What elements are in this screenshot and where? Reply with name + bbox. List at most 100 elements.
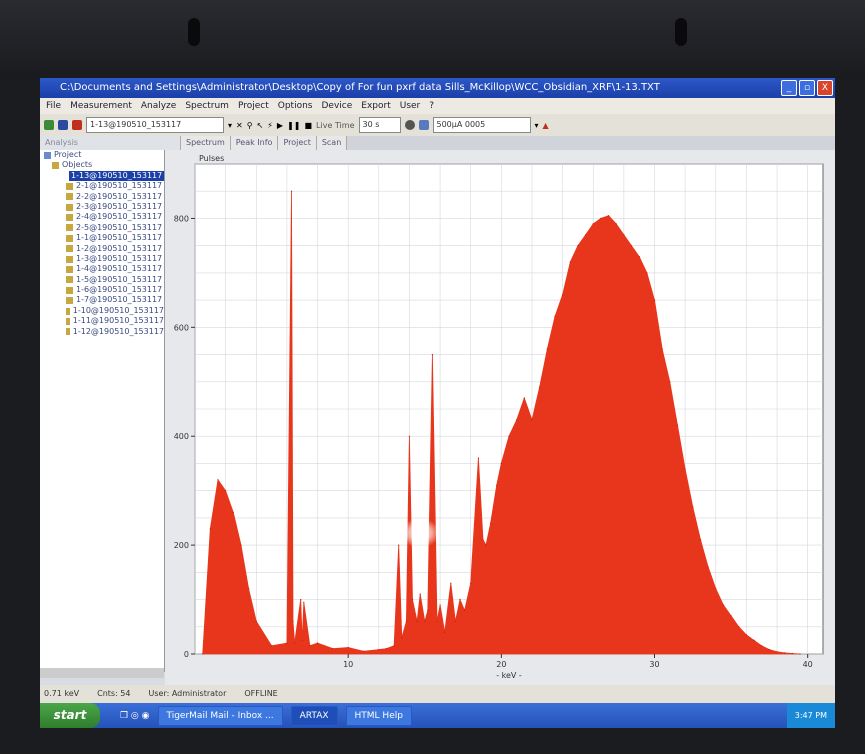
spectrum-point [554,315,556,317]
menu-file[interactable]: File [46,98,61,114]
spectrum-point [715,588,717,590]
spectrum-point [405,620,407,622]
tree-item-label: 2-4@190510_153117 [76,212,163,222]
tree-item[interactable]: 1-2@190510_153117 [40,244,164,254]
tree-item-label: 1-6@190510_153117 [76,285,163,295]
tab-scan[interactable]: Scan [316,136,348,150]
spectrum-file-icon [66,286,73,294]
spectrum-file-icon [66,265,73,273]
tree-item[interactable]: 2-5@190510_153117 [40,223,164,233]
menu-analyze[interactable]: Analyze [141,98,176,114]
spectrum-point [286,642,288,644]
spectrum-point [271,645,273,647]
spectrum-point [730,615,732,617]
spectrum-point [444,631,446,633]
task-artax[interactable]: ARTAX [290,705,338,726]
tree-item-label: 1-10@190510_153117 [72,305,164,315]
tab-project[interactable]: Project [278,136,317,150]
spectrum-point [753,639,755,641]
live-time-field[interactable]: 30 s [358,117,401,133]
tree-item[interactable]: 1-4@190510_153117 [40,264,164,274]
system-tray: 3:47 PM [786,703,835,728]
spectrum-point [638,256,640,258]
tree-item[interactable]: 2-4@190510_153117 [40,212,164,222]
cursor-icon[interactable]: ↖ [257,121,264,130]
minimize-button[interactable]: _ [781,80,797,96]
menu-project[interactable]: Project [238,98,269,114]
tree-item[interactable]: 1-5@190510_153117 [40,275,164,285]
spectrum-file-icon [66,255,73,263]
menu-help[interactable]: ? [429,98,434,114]
tree-item[interactable]: 1-6@190510_153117 [40,285,164,295]
spectrum-point [516,419,518,421]
tree-item-label: 2-1@190510_153117 [76,181,163,191]
tree-item[interactable]: 1-1@190510_153117 [40,233,164,243]
measure-icon[interactable]: ⚡ [267,121,273,130]
alert-icon[interactable]: ▲ [543,121,549,130]
menu-user[interactable]: User [400,98,421,114]
chevron-down-icon[interactable]: ▾ [535,121,539,130]
spectrum-file-icon [66,234,73,242]
window-titlebar: C:\Documents and Settings\Administrator\… [40,78,835,98]
menu-spectrum[interactable]: Spectrum [185,98,229,114]
horizontal-scrollbar[interactable] [40,668,164,678]
chevron-down-icon[interactable]: ▾ [228,121,232,130]
tree-item-label: 1-13@190510_153117 [69,170,164,182]
spectrum-point [692,506,694,508]
spectrum-point [411,599,414,601]
task-html-help[interactable]: HTML Help [345,705,412,726]
menu-measurement[interactable]: Measurement [70,98,132,114]
device-select[interactable]: 500µA 0005 [432,117,531,133]
menu-export[interactable]: Export [361,98,390,114]
close-icon[interactable]: ✕ [236,121,243,130]
spectrum-point [722,604,725,606]
y-tick-label: 0 [184,650,189,659]
tab-spectrum[interactable]: Spectrum [181,136,231,150]
maximize-button[interactable]: ▫ [799,80,815,96]
tree-item[interactable]: 2-2@190510_153117 [40,192,164,202]
device-icon[interactable] [418,120,429,130]
screen: C:\Documents and Settings\Administrator\… [40,78,835,728]
tree-root[interactable]: Project [40,150,164,160]
folder-icon [52,162,59,170]
tree-item[interactable]: 1-13@190510_153117 [40,170,164,182]
toolbar: 1-13@190510_153117 ▾ ✕ ⚲ ↖ ⚡ ▶ ❚❚ ■ Live… [40,114,835,136]
tree-item[interactable]: 1-12@190510_153117 [40,327,164,337]
menu-device[interactable]: Device [321,98,352,114]
spectrum-select[interactable]: 1-13@190510_153117 [86,117,224,133]
start-button[interactable]: start [40,703,100,728]
tree-items: 1-13@190510_153117 2-1@190510_153117 2-2@1… [40,170,164,337]
play-icon[interactable]: ▶ [277,121,283,130]
open-icon[interactable] [44,120,54,130]
tab-peak-info[interactable]: Peak Info [230,136,279,150]
quicklaunch-icon[interactable]: ❐ ◎ ◉ [120,711,150,721]
tree-item[interactable]: 1-3@190510_153117 [40,254,164,264]
taskbar: start ❐ ◎ ◉ TigerMail Mail - Inbox ... A… [40,703,835,728]
spectrum-point [508,435,510,437]
spectrum-point [646,272,648,274]
tree-item[interactable]: 1-7@190510_153117 [40,295,164,305]
tree-item[interactable]: 1-11@190510_153117 [40,316,164,326]
spectrum-icon[interactable] [72,120,82,130]
spectrum-chart: 10 20 30 400200400600800Pulses- keV - [174,154,824,680]
tree-item-label: 1-11@190510_153117 [72,316,164,326]
stop-icon[interactable]: ■ [304,121,312,130]
spectrum-point [332,648,334,650]
menu-options[interactable]: Options [278,98,313,114]
spectrum-point [309,645,311,647]
close-button[interactable]: X [817,80,833,96]
settings-icon[interactable] [404,120,415,130]
pause-icon[interactable]: ❚❚ [287,121,300,130]
tree-item[interactable]: 2-1@190510_153117 [40,181,164,191]
spectrum-point [292,620,294,622]
spectrum-point [347,646,349,649]
window-title: C:\Documents and Settings\Administrator\… [60,82,660,93]
tree-item[interactable]: 2-3@190510_153117 [40,202,164,212]
task-tigermail[interactable]: TigerMail Mail - Inbox ... [157,705,283,726]
save-icon[interactable] [58,120,68,130]
tree-objects[interactable]: Objects [40,160,164,170]
zoom-icon[interactable]: ⚲ [247,121,253,130]
tree-item-label: 1-7@190510_153117 [76,295,163,305]
tree-item[interactable]: 1-10@190510_153117 [40,306,164,316]
spectrum-point [562,294,564,296]
